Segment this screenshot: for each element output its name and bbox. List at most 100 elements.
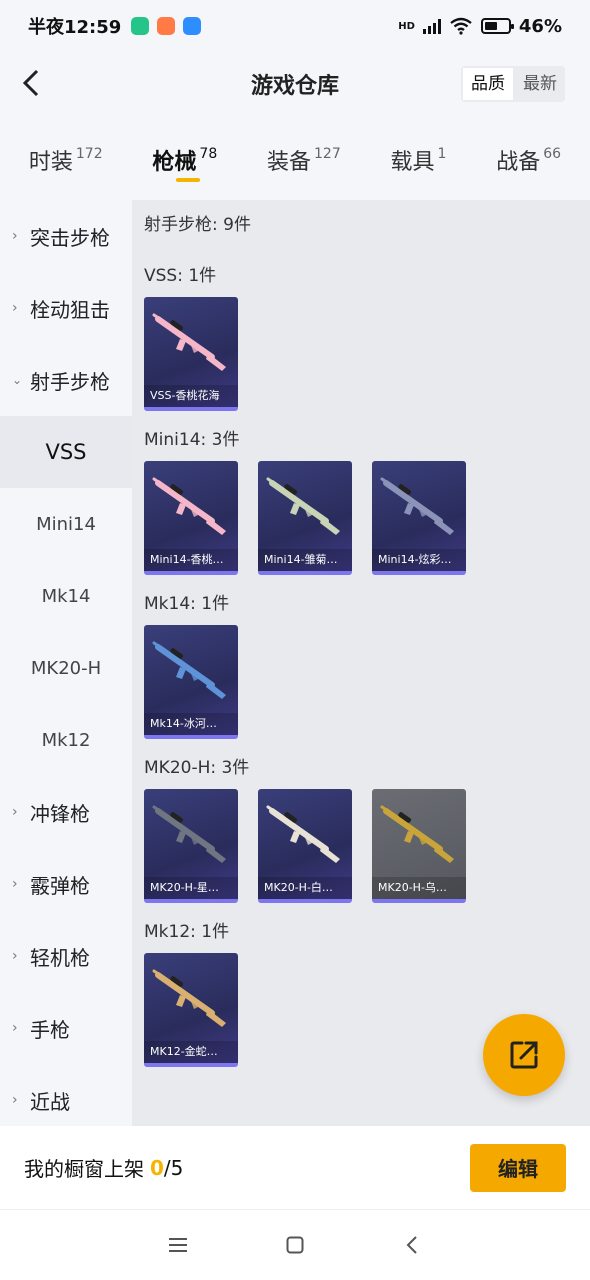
signal-icon	[422, 18, 441, 34]
chevron-right-icon: ›	[12, 1092, 18, 1108]
share-fab-button[interactable]	[483, 1014, 565, 1096]
weapon-groups: VSS: 1件 VSS-香桃花海 Mini14: 3件 Mini14-香桃… Mini1…	[144, 261, 578, 1067]
app-notification-icon-1	[131, 17, 150, 35]
edit-button[interactable]: 编辑	[470, 1143, 566, 1192]
sidebar-item-marksman-rifle[interactable]: ⌄ 射手步枪	[0, 344, 132, 416]
group-title: VSS: 1件	[144, 266, 217, 286]
sidebar-subitem-mk12[interactable]: Mk12	[0, 704, 132, 776]
chevron-down-icon: ⌄	[12, 373, 23, 387]
rifle-icon	[152, 313, 226, 371]
status-bar: 半夜12:59 HD 46%	[0, 0, 590, 52]
weapon-grid: Mk14-冰河…	[144, 625, 578, 739]
weapon-card-name: MK20-H-乌…	[372, 877, 466, 899]
category-total: 射手步枪: 9件	[144, 215, 251, 235]
back-chevron-icon	[406, 1236, 417, 1254]
category-tabs: 时装 172 枪械 78 装备 127 载具 1 战备 66	[0, 136, 590, 192]
chevron-right-icon: ›	[12, 876, 18, 892]
rifle-icon	[266, 477, 340, 535]
group-title: MK20-H: 3件	[144, 758, 250, 778]
rifle-icon	[152, 805, 226, 863]
back-arrow-icon	[22, 69, 39, 97]
chevron-right-icon: ›	[12, 948, 18, 964]
sidebar-item-label: 射手步枪	[30, 369, 110, 394]
sidebar-subitem-mk14[interactable]: Mk14	[0, 560, 132, 632]
showcase-label: 我的橱窗上架	[24, 1157, 144, 1181]
weapon-card[interactable]: MK20-H-白…	[258, 789, 352, 903]
wifi-icon	[450, 17, 472, 35]
weapon-card[interactable]: Mk14-冰河…	[144, 625, 238, 739]
tab-firearms[interactable]: 枪械 78	[152, 136, 217, 184]
weapon-grid: MK20-H-星… MK20-H-白… MK20-H-乌…	[144, 789, 578, 903]
sidebar-item-label: 手枪	[30, 1017, 70, 1042]
tab-equipment[interactable]: 装备 127	[267, 136, 341, 184]
sidebar-item-pistol[interactable]: › 手枪	[0, 992, 132, 1064]
rifle-icon	[152, 641, 226, 699]
rifle-icon	[380, 805, 454, 863]
sidebar-subitem-vss[interactable]: VSS	[0, 416, 132, 488]
back-button[interactable]	[14, 66, 48, 100]
weapon-card[interactable]: MK12-金蛇…	[144, 953, 238, 1067]
chevron-right-icon: ›	[12, 228, 18, 244]
weapon-card-name: Mini14-香桃…	[144, 549, 238, 571]
sidebar-item-label: 近战	[30, 1089, 70, 1114]
tab-battle-prep[interactable]: 战备 66	[496, 136, 561, 184]
sidebar-item-smg[interactable]: › 冲锋枪	[0, 776, 132, 848]
sidebar-item-label: Mk12	[41, 729, 91, 751]
weapon-card[interactable]: MK20-H-星…	[144, 789, 238, 903]
tab-label: 战备	[496, 150, 541, 175]
home-button[interactable]	[275, 1225, 315, 1265]
sidebar-item-label: 霰弹枪	[30, 873, 90, 898]
tab-count: 127	[314, 146, 341, 162]
sidebar-item-lmg[interactable]: › 轻机枪	[0, 920, 132, 992]
weapon-card[interactable]: Mini14-炫彩…	[372, 461, 466, 575]
sidebar-item-label: Mini14	[36, 513, 96, 535]
status-time: 半夜12:59	[28, 17, 122, 38]
weapon-card-name: MK20-H-白…	[258, 877, 352, 899]
weapon-card[interactable]: VSS-香桃花海	[144, 297, 238, 411]
weapon-card[interactable]: MK20-H-乌…	[372, 789, 466, 903]
weapon-card-name: MK12-金蛇…	[144, 1041, 238, 1063]
rifle-icon	[380, 477, 454, 535]
tab-label: 时装	[28, 150, 73, 175]
sort-latest-button[interactable]: 最新	[515, 66, 565, 102]
weapon-card-name: Mk14-冰河…	[144, 713, 238, 735]
hd-label: HD	[398, 20, 415, 32]
weapon-card-name: VSS-香桃花海	[144, 385, 238, 407]
sidebar-item-assault-rifle[interactable]: › 突击步枪	[0, 200, 132, 272]
tab-count: 172	[75, 146, 103, 162]
weapon-card-name: MK20-H-星…	[144, 877, 238, 899]
weapon-card-name: Mini14-炫彩…	[372, 549, 466, 571]
weapon-card[interactable]: Mini14-香桃…	[144, 461, 238, 575]
sidebar-subitem-mk20h[interactable]: MK20-H	[0, 632, 132, 704]
group-title: Mk12: 1件	[144, 922, 230, 942]
tab-count: 78	[199, 146, 218, 162]
system-back-button[interactable]	[392, 1225, 432, 1265]
title-bar: 游戏仓库 品质 最新	[0, 52, 590, 116]
tab-label: 装备	[267, 150, 312, 175]
rifle-icon	[266, 805, 340, 863]
sidebar-subitem-mini14[interactable]: Mini14	[0, 488, 132, 560]
group-title: Mk14: 1件	[144, 594, 230, 614]
tab-fashion[interactable]: 时装 172	[29, 136, 103, 184]
sidebar-item-label: 栓动狙击	[30, 297, 110, 322]
sort-quality-button[interactable]: 品质	[461, 66, 515, 102]
sidebar-item-bolt-sniper[interactable]: › 栓动狙击	[0, 272, 132, 344]
chevron-right-icon: ›	[12, 804, 18, 820]
menu-button[interactable]	[158, 1225, 198, 1265]
home-square-icon	[286, 1236, 304, 1254]
rifle-icon	[152, 477, 226, 535]
sidebar-item-shotgun[interactable]: › 霰弹枪	[0, 848, 132, 920]
group-title: Mini14: 3件	[144, 430, 240, 450]
tab-vehicles[interactable]: 载具 1	[391, 136, 447, 184]
tab-label: 载具	[390, 150, 435, 175]
app-notification-icon-2	[157, 17, 176, 35]
sidebar-item-label: 冲锋枪	[30, 801, 90, 826]
sidebar-item-label: 突击步枪	[30, 225, 110, 250]
weapon-card[interactable]: Mini14-雏菊…	[258, 461, 352, 575]
weapon-category-sidebar: › 突击步枪 › 栓动狙击 ⌄ 射手步枪 VSS Mini14 Mk14 MK20-H…	[0, 200, 132, 1126]
showcase-total: /5	[163, 1155, 184, 1180]
showcase-bar: 我的橱窗上架 0 /5 编辑	[0, 1126, 590, 1210]
chevron-right-icon: ›	[12, 300, 18, 316]
sidebar-item-label: MK20-H	[30, 657, 102, 679]
weapon-list-panel[interactable]: 射手步枪: 9件 VSS: 1件 VSS-香桃花海 Mini14: 3件 Mini14…	[132, 200, 590, 1126]
